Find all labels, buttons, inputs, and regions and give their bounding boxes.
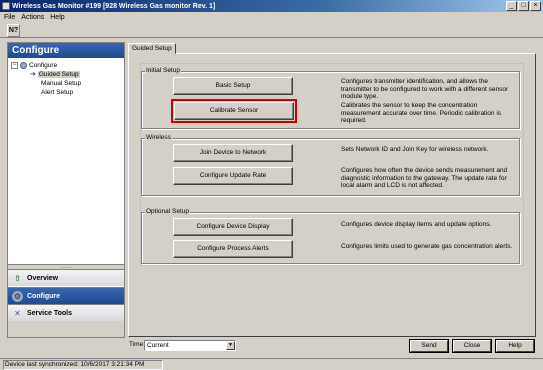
- close-window-button[interactable]: ×: [530, 1, 541, 11]
- app-window: Wireless Gas Monitor #199 [928 Wireless …: [0, 0, 543, 370]
- tree-item-label: Manual Setup: [41, 79, 82, 87]
- calibrate-sensor-description: Calibrates the sensor to keep the concen…: [341, 102, 502, 124]
- menu-help[interactable]: Help: [50, 14, 64, 21]
- configure-device-display-button[interactable]: Configure Device Display: [173, 218, 293, 236]
- menu-actions[interactable]: Actions: [21, 14, 44, 21]
- tree-root-label: Configure: [29, 61, 58, 69]
- window-title: Wireless Gas Monitor #199 [928 Wireless …: [12, 2, 216, 10]
- left-pane: Configure − Configure ➔ Guided Setup Man…: [7, 42, 125, 338]
- menu-bar: File Actions Help: [0, 12, 543, 23]
- gear-icon: [20, 61, 27, 69]
- nav-label: Configure: [27, 292, 61, 300]
- basic-setup-description: Configures transmitter identification, a…: [341, 78, 509, 100]
- tree-item-alert-setup[interactable]: Alert Setup: [41, 88, 73, 96]
- tree-item-label: Guided Setup: [37, 70, 80, 78]
- left-pane-header: Configure: [8, 43, 124, 58]
- group-title: Initial Setup: [145, 67, 181, 75]
- time-label: Time:: [129, 341, 146, 348]
- app-icon: [2, 2, 10, 10]
- group-title: Optional Setup: [145, 208, 191, 216]
- configure-process-alerts-button[interactable]: Configure Process Alerts: [173, 240, 293, 258]
- config-tree: − Configure ➔ Guided Setup Manual Setup …: [8, 58, 124, 263]
- time-select[interactable]: Current ▼: [144, 340, 236, 351]
- toolbar: N?: [0, 23, 543, 38]
- context-help-icon[interactable]: N?: [7, 24, 20, 37]
- tab-guided-setup[interactable]: Guided Setup: [128, 43, 176, 54]
- nav-label: Overview: [27, 274, 59, 282]
- send-button[interactable]: Send: [410, 340, 448, 352]
- left-pane-footer: [8, 321, 124, 337]
- calibrate-sensor-button[interactable]: Calibrate Sensor: [171, 99, 297, 123]
- nav-overview[interactable]: ⇧ Overview: [8, 269, 124, 286]
- tree-item-manual-setup[interactable]: Manual Setup: [41, 79, 81, 87]
- time-select-value: Current: [147, 342, 169, 349]
- tree-item-guided-setup[interactable]: ➔ Guided Setup: [30, 70, 80, 78]
- tools-icon: ✕: [14, 308, 21, 318]
- window-controls: _ □ ×: [506, 1, 541, 11]
- group-title: Wireless: [145, 134, 172, 142]
- tree-collapse-icon[interactable]: −: [11, 61, 18, 69]
- minimize-button[interactable]: _: [506, 1, 517, 11]
- join-device-button[interactable]: Join Device to Network: [173, 144, 293, 162]
- tree-item-configure[interactable]: − Configure: [11, 61, 57, 69]
- tree-item-label: Alert Setup: [41, 88, 74, 96]
- configure-icon: ⚙: [12, 290, 23, 302]
- configure-device-display-description: Configures device display items and upda…: [341, 221, 492, 228]
- basic-setup-button[interactable]: Basic Setup: [173, 77, 293, 95]
- configure-process-alerts-description: Configures limits used to generate gas c…: [341, 243, 513, 250]
- close-button[interactable]: Close: [453, 340, 491, 352]
- arrow-right-icon: ➔: [30, 71, 36, 78]
- title-bar: Wireless Gas Monitor #199 [928 Wireless …: [0, 0, 543, 12]
- chevron-down-icon[interactable]: ▼: [226, 341, 235, 350]
- status-bar: Device last synchronized: 10/6/2017 3:21…: [0, 358, 543, 370]
- join-device-description: Sets Network ID and Join Key for wireles…: [341, 146, 489, 153]
- nav-service-tools[interactable]: ✕ Service Tools: [8, 304, 124, 321]
- configure-update-rate-button[interactable]: Configure Update Rate: [173, 167, 293, 185]
- sync-status: Device last synchronized: 10/6/2017 3:21…: [3, 359, 163, 370]
- menu-file[interactable]: File: [4, 14, 15, 21]
- configure-update-rate-description: Configures how often the device sends me…: [341, 167, 508, 189]
- maximize-button[interactable]: □: [518, 1, 529, 11]
- help-button[interactable]: Help: [496, 340, 534, 352]
- overview-icon: ⇧: [14, 273, 21, 283]
- nav-label: Service Tools: [27, 309, 73, 317]
- nav-configure[interactable]: ⚙ Configure: [8, 287, 124, 304]
